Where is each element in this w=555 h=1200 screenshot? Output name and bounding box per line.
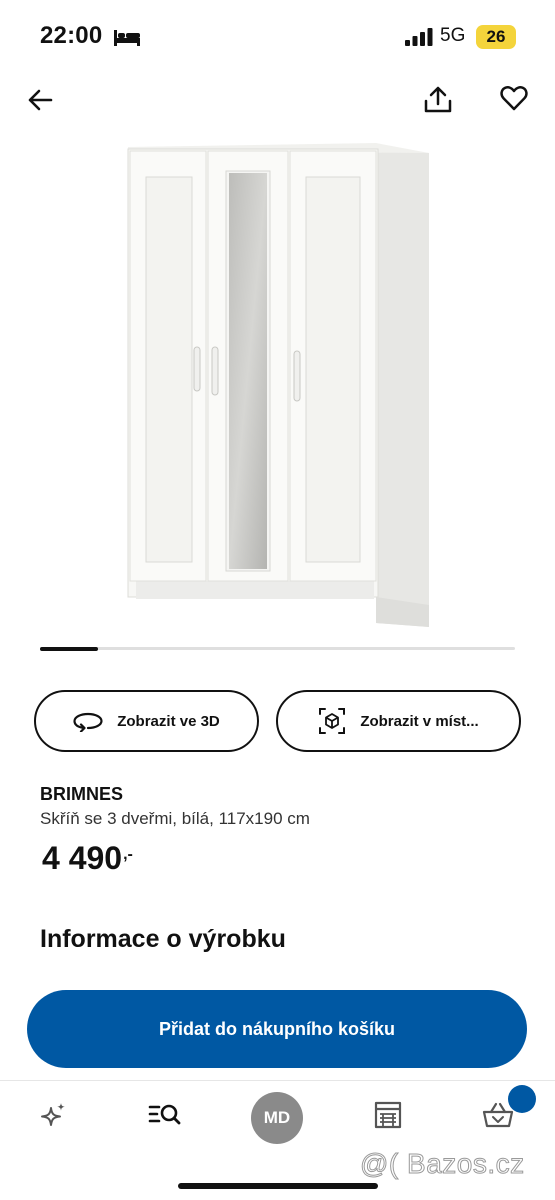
- carousel-indicator: [40, 646, 515, 651]
- add-to-cart-label: Přidat do nákupního košíku: [158, 1018, 396, 1039]
- nav-search[interactable]: [145, 1095, 185, 1135]
- nav-stores[interactable]: [368, 1095, 408, 1135]
- avatar-initials: MD: [263, 1108, 291, 1127]
- nav-inspiration[interactable]: [34, 1095, 74, 1135]
- product-price: 4 490 ,-: [42, 840, 133, 877]
- home-indicator[interactable]: [178, 1183, 378, 1189]
- status-time: 22:00: [40, 22, 103, 49]
- favorite-button[interactable]: [496, 80, 532, 116]
- network-label: 5G: [440, 25, 466, 46]
- watermark: @( Bazos.cz: [360, 1148, 525, 1180]
- add-to-cart-button[interactable]: Přidat do nákupního košíku: [27, 990, 527, 1068]
- heart-icon: [500, 86, 528, 111]
- rotate-3d-icon: [73, 712, 103, 732]
- carousel-position: [40, 646, 98, 651]
- price-value: 4 490: [42, 840, 123, 876]
- product-description: Skříň se 3 dveřmi, bílá, 117x190 cm: [40, 809, 310, 828]
- top-nav: [0, 70, 555, 130]
- back-button[interactable]: [22, 82, 58, 118]
- product-info-heading[interactable]: Informace o výrobku: [40, 925, 286, 954]
- status-bar: 22:00 5G 26: [0, 0, 555, 70]
- avatar[interactable]: MD: [251, 1092, 303, 1144]
- price-suffix: ,-: [123, 846, 133, 863]
- arrow-left-icon: [28, 89, 53, 111]
- product-name: BRIMNES: [40, 784, 124, 804]
- signal-icon: [405, 28, 433, 46]
- bed-icon: [114, 30, 140, 46]
- bottom-nav: MD: [0, 1080, 555, 1200]
- sparkle-icon: [41, 1103, 65, 1126]
- battery-badge: 26: [476, 25, 516, 49]
- share-button[interactable]: [418, 80, 458, 120]
- cart-notification-dot: [508, 1085, 536, 1113]
- product-image[interactable]: [118, 135, 438, 635]
- view-in-room-button[interactable]: Zobrazit v míst...: [276, 690, 521, 752]
- search-list-icon: [148, 1104, 181, 1125]
- view-in-room-label: Zobrazit v míst...: [360, 712, 479, 730]
- store-icon: [374, 1101, 402, 1129]
- share-icon: [424, 86, 452, 113]
- ar-cube-icon: [319, 708, 346, 734]
- view-3d-label: Zobrazit ve 3D: [117, 712, 220, 730]
- view-3d-button[interactable]: Zobrazit ve 3D: [34, 690, 259, 752]
